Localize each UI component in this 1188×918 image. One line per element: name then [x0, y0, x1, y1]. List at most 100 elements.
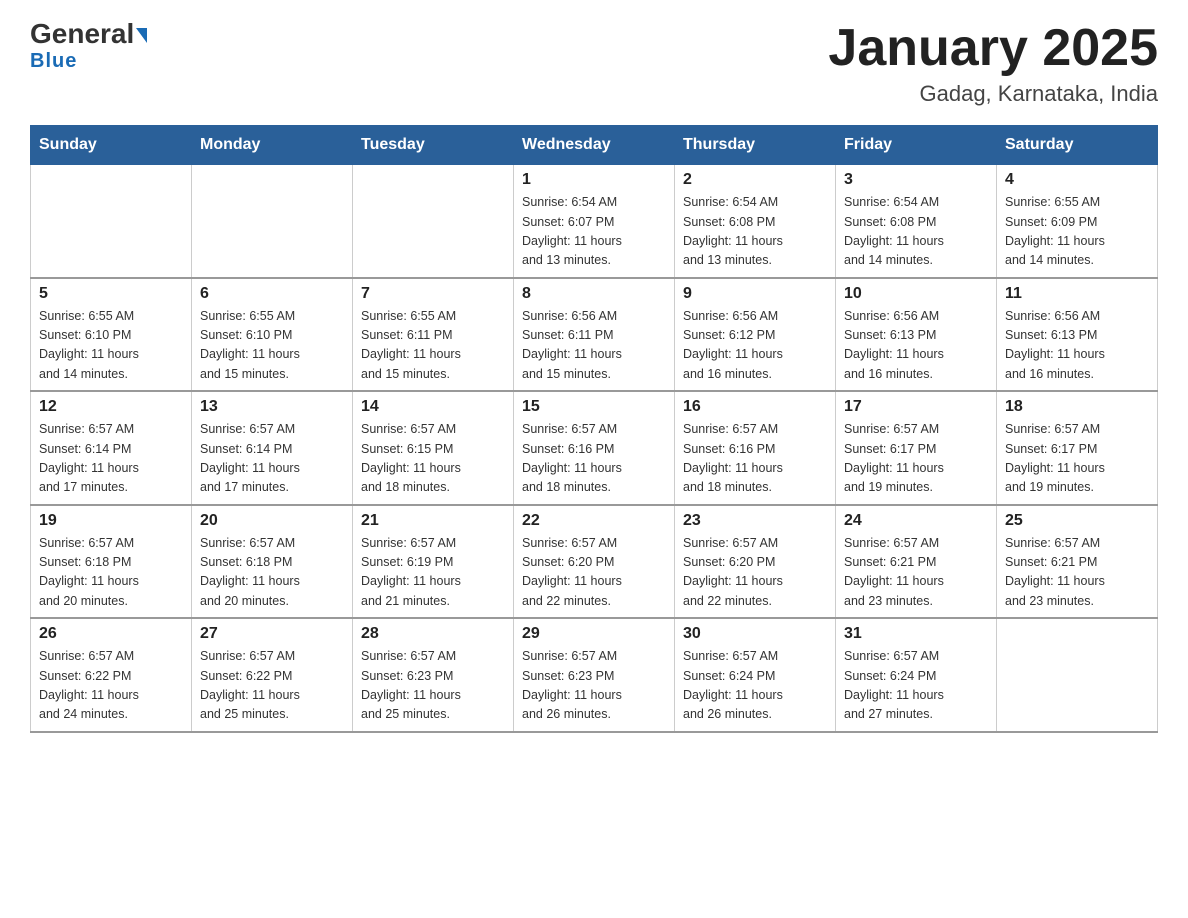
calendar-cell — [31, 165, 192, 278]
day-number: 6 — [200, 285, 344, 303]
day-number: 26 — [39, 625, 183, 643]
day-number: 17 — [844, 398, 988, 416]
day-info: Sunrise: 6:57 AMSunset: 6:17 PMDaylight:… — [844, 420, 988, 498]
day-number: 10 — [844, 285, 988, 303]
day-number: 25 — [1005, 512, 1149, 530]
day-number: 18 — [1005, 398, 1149, 416]
location: Gadag, Karnataka, India — [828, 81, 1158, 107]
calendar-cell: 11 Sunrise: 6:56 AMSunset: 6:13 PMDayligh… — [997, 278, 1158, 392]
day-number: 11 — [1005, 285, 1149, 303]
day-info: Sunrise: 6:56 AMSunset: 6:11 PMDaylight:… — [522, 307, 666, 385]
day-number: 9 — [683, 285, 827, 303]
logo-text: General — [30, 20, 147, 48]
day-number: 4 — [1005, 171, 1149, 189]
day-number: 31 — [844, 625, 988, 643]
day-number: 7 — [361, 285, 505, 303]
calendar-cell: 24Sunrise: 6:57 AMSunset: 6:21 PMDayligh… — [836, 505, 997, 619]
day-number: 3 — [844, 171, 988, 189]
day-info: Sunrise: 6:55 AMSunset: 6:10 PMDaylight:… — [39, 307, 183, 385]
calendar-cell: 2Sunrise: 6:54 AMSunset: 6:08 PMDaylight… — [675, 165, 836, 278]
calendar-cell: 5 Sunrise: 6:55 AMSunset: 6:10 PMDaylight… — [31, 278, 192, 392]
month-title: January 2025 — [828, 20, 1158, 77]
day-number: 20 — [200, 512, 344, 530]
day-info: Sunrise: 6:57 AMSunset: 6:15 PMDaylight:… — [361, 420, 505, 498]
day-info: Sunrise: 6:56 AMSunset: 6:13 PMDaylight:… — [1005, 307, 1149, 385]
calendar-header-row: SundayMondayTuesdayWednesdayThursdayFrid… — [31, 126, 1158, 165]
calendar-cell: 13Sunrise: 6:57 AMSunset: 6:14 PMDayligh… — [192, 391, 353, 505]
calendar-cell — [353, 165, 514, 278]
calendar-header-tuesday: Tuesday — [353, 126, 514, 165]
calendar-week-1: 1 Sunrise: 6:54 AMSunset: 6:07 PMDaylight… — [31, 165, 1158, 278]
calendar-cell: 23 Sunrise: 6:57 AMSunset: 6:20 PMDayligh… — [675, 505, 836, 619]
calendar-cell: 12 Sunrise: 6:57 AMSunset: 6:14 PMDayligh… — [31, 391, 192, 505]
calendar-cell: 14 Sunrise: 6:57 AMSunset: 6:15 PMDayligh… — [353, 391, 514, 505]
calendar-cell — [192, 165, 353, 278]
day-number: 24 — [844, 512, 988, 530]
day-info: Sunrise: 6:56 AMSunset: 6:12 PMDaylight:… — [683, 307, 827, 385]
calendar-week-2: 5 Sunrise: 6:55 AMSunset: 6:10 PMDaylight… — [31, 278, 1158, 392]
day-number: 23 — [683, 512, 827, 530]
calendar-header-wednesday: Wednesday — [514, 126, 675, 165]
calendar-week-4: 19 Sunrise: 6:57 AMSunset: 6:18 PMDayligh… — [31, 505, 1158, 619]
calendar-cell: 26 Sunrise: 6:57 AMSunset: 6:22 PMDayligh… — [31, 618, 192, 732]
logo: General Blue — [30, 20, 147, 73]
day-info: Sunrise: 6:57 AMSunset: 6:24 PMDaylight:… — [844, 647, 988, 725]
day-info: Sunrise: 6:57 AMSunset: 6:22 PMDaylight:… — [200, 647, 344, 725]
calendar-cell: 21 Sunrise: 6:57 AMSunset: 6:19 PMDayligh… — [353, 505, 514, 619]
calendar-cell: 6 Sunrise: 6:55 AMSunset: 6:10 PMDaylight… — [192, 278, 353, 392]
day-number: 2 — [683, 171, 827, 189]
calendar-header-monday: Monday — [192, 126, 353, 165]
calendar-cell: 25 Sunrise: 6:57 AMSunset: 6:21 PMDayligh… — [997, 505, 1158, 619]
day-info: Sunrise: 6:57 AMSunset: 6:16 PMDaylight:… — [522, 420, 666, 498]
calendar-header-saturday: Saturday — [997, 126, 1158, 165]
day-number: 30 — [683, 625, 827, 643]
day-number: 5 — [39, 285, 183, 303]
day-info: Sunrise: 6:57 AMSunset: 6:14 PMDaylight:… — [200, 420, 344, 498]
calendar-cell: 29 Sunrise: 6:57 AMSunset: 6:23 PMDayligh… — [514, 618, 675, 732]
day-number: 22 — [522, 512, 666, 530]
calendar-cell: 16Sunrise: 6:57 AMSunset: 6:16 PMDayligh… — [675, 391, 836, 505]
day-number: 16 — [683, 398, 827, 416]
calendar-cell — [997, 618, 1158, 732]
calendar-cell: 18Sunrise: 6:57 AMSunset: 6:17 PMDayligh… — [997, 391, 1158, 505]
calendar-header-thursday: Thursday — [675, 126, 836, 165]
calendar-cell: 22Sunrise: 6:57 AMSunset: 6:20 PMDayligh… — [514, 505, 675, 619]
day-number: 19 — [39, 512, 183, 530]
calendar-week-5: 26 Sunrise: 6:57 AMSunset: 6:22 PMDayligh… — [31, 618, 1158, 732]
calendar-cell: 19 Sunrise: 6:57 AMSunset: 6:18 PMDayligh… — [31, 505, 192, 619]
calendar-cell: 3Sunrise: 6:54 AMSunset: 6:08 PMDaylight… — [836, 165, 997, 278]
calendar-cell: 4 Sunrise: 6:55 AMSunset: 6:09 PMDaylight… — [997, 165, 1158, 278]
day-number: 8 — [522, 285, 666, 303]
calendar-header-sunday: Sunday — [31, 126, 192, 165]
day-info: Sunrise: 6:57 AMSunset: 6:23 PMDaylight:… — [522, 647, 666, 725]
day-info: Sunrise: 6:55 AMSunset: 6:09 PMDaylight:… — [1005, 193, 1149, 271]
calendar-cell: 7 Sunrise: 6:55 AMSunset: 6:11 PMDaylight… — [353, 278, 514, 392]
day-info: Sunrise: 6:57 AMSunset: 6:20 PMDaylight:… — [683, 534, 827, 612]
calendar-cell: 17 Sunrise: 6:57 AMSunset: 6:17 PMDayligh… — [836, 391, 997, 505]
day-info: Sunrise: 6:57 AMSunset: 6:21 PMDaylight:… — [1005, 534, 1149, 612]
calendar-header-friday: Friday — [836, 126, 997, 165]
day-info: Sunrise: 6:57 AMSunset: 6:23 PMDaylight:… — [361, 647, 505, 725]
calendar-table: SundayMondayTuesdayWednesdayThursdayFrid… — [30, 125, 1158, 733]
calendar-cell: 20 Sunrise: 6:57 AMSunset: 6:18 PMDayligh… — [192, 505, 353, 619]
day-number: 1 — [522, 171, 666, 189]
day-info: Sunrise: 6:57 AMSunset: 6:22 PMDaylight:… — [39, 647, 183, 725]
calendar-cell: 9 Sunrise: 6:56 AMSunset: 6:12 PMDaylight… — [675, 278, 836, 392]
calendar-cell: 30Sunrise: 6:57 AMSunset: 6:24 PMDayligh… — [675, 618, 836, 732]
day-info: Sunrise: 6:57 AMSunset: 6:18 PMDaylight:… — [39, 534, 183, 612]
day-info: Sunrise: 6:56 AMSunset: 6:13 PMDaylight:… — [844, 307, 988, 385]
day-number: 12 — [39, 398, 183, 416]
day-number: 28 — [361, 625, 505, 643]
day-info: Sunrise: 6:57 AMSunset: 6:18 PMDaylight:… — [200, 534, 344, 612]
day-info: Sunrise: 6:57 AMSunset: 6:14 PMDaylight:… — [39, 420, 183, 498]
calendar-cell: 8 Sunrise: 6:56 AMSunset: 6:11 PMDaylight… — [514, 278, 675, 392]
day-info: Sunrise: 6:57 AMSunset: 6:19 PMDaylight:… — [361, 534, 505, 612]
day-number: 21 — [361, 512, 505, 530]
day-info: Sunrise: 6:55 AMSunset: 6:10 PMDaylight:… — [200, 307, 344, 385]
calendar-cell: 1 Sunrise: 6:54 AMSunset: 6:07 PMDaylight… — [514, 165, 675, 278]
day-number: 29 — [522, 625, 666, 643]
day-info: Sunrise: 6:55 AMSunset: 6:11 PMDaylight:… — [361, 307, 505, 385]
day-number: 15 — [522, 398, 666, 416]
day-info: Sunrise: 6:54 AMSunset: 6:07 PMDaylight:… — [522, 193, 666, 271]
day-number: 14 — [361, 398, 505, 416]
